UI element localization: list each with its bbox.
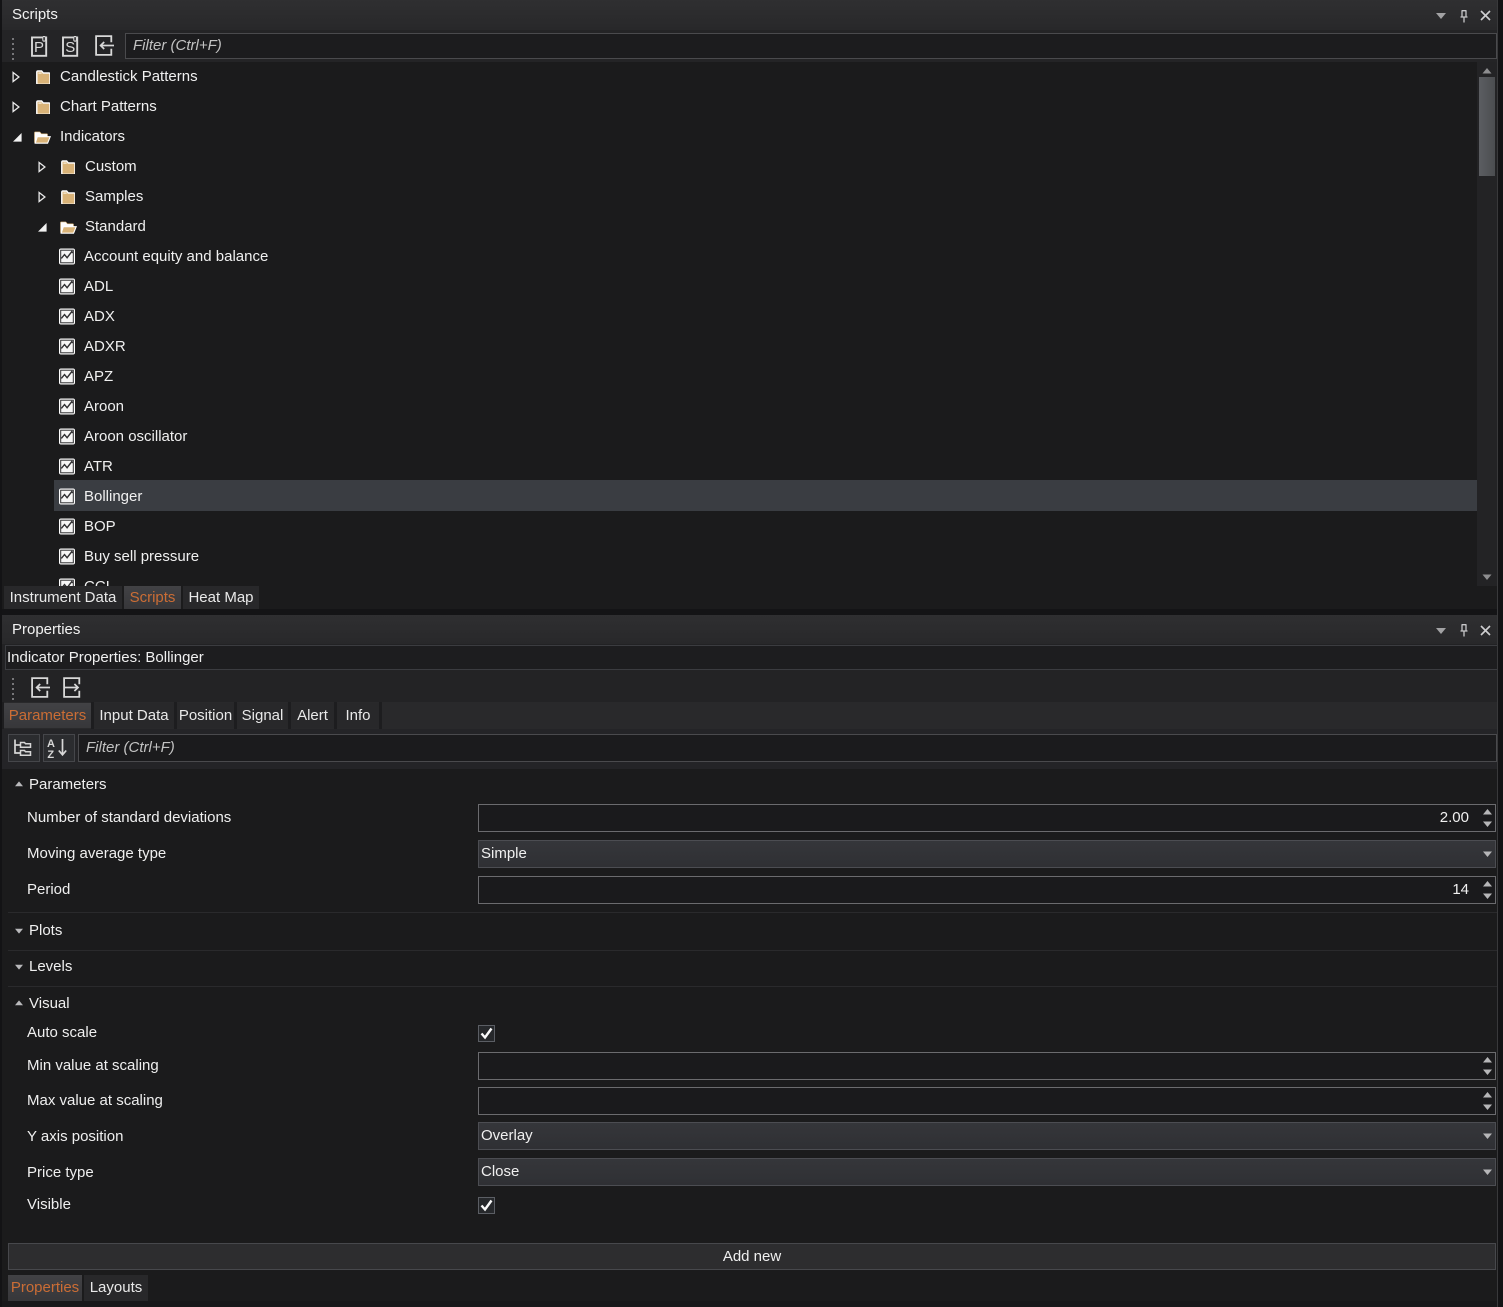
svg-text:S: S	[65, 39, 75, 56]
svg-text:Z: Z	[47, 749, 54, 759]
svg-text:P: P	[34, 39, 44, 56]
